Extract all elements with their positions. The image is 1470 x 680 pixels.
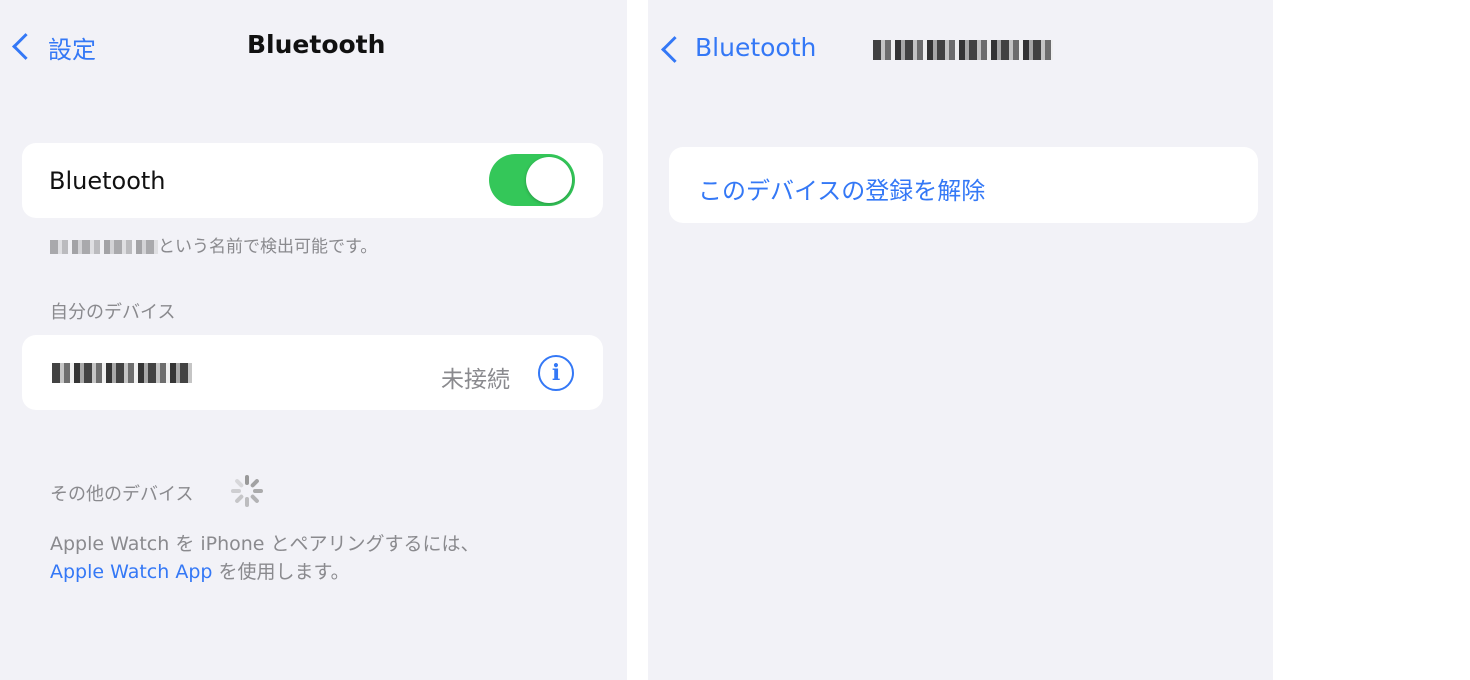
chevron-left-icon bbox=[661, 36, 688, 63]
device-status: 未接続 bbox=[441, 367, 510, 393]
info-icon[interactable]: i bbox=[538, 355, 574, 391]
watch-note-line1: Apple Watch を iPhone とペアリングするには、 bbox=[50, 533, 480, 555]
back-label: Bluetooth bbox=[695, 33, 817, 62]
device-detail-panel: Bluetooth このデバイスの登録を解除 bbox=[648, 0, 1273, 680]
redacted-device-title bbox=[873, 40, 1053, 60]
forget-device-row[interactable]: このデバイスの登録を解除 bbox=[669, 147, 1258, 223]
page-title: Bluetooth bbox=[247, 30, 386, 59]
back-label: 設定 bbox=[48, 36, 96, 64]
my-devices-header: 自分のデバイス bbox=[50, 302, 176, 323]
apple-watch-note: Apple Watch を iPhone とペアリングするには、 Apple W… bbox=[50, 530, 480, 586]
redacted-device-name bbox=[52, 363, 192, 383]
device-row[interactable]: 未接続 i bbox=[22, 335, 603, 410]
discoverable-note: という名前で検出可能です。 bbox=[50, 232, 377, 257]
other-devices-header: その他のデバイス bbox=[50, 484, 194, 505]
redacted-device-name bbox=[50, 240, 158, 254]
bluetooth-row-label: Bluetooth bbox=[49, 167, 166, 195]
apple-watch-app-link[interactable]: Apple Watch App bbox=[50, 561, 212, 583]
bluetooth-settings-panel: 設定 Bluetooth Bluetooth という名前で検出可能です。 自分の… bbox=[0, 0, 627, 680]
bluetooth-toggle-row: Bluetooth bbox=[22, 143, 603, 218]
watch-note-line2: を使用します。 bbox=[212, 561, 350, 583]
bluetooth-toggle[interactable] bbox=[489, 154, 575, 206]
loading-spinner-icon bbox=[231, 475, 263, 507]
forget-device-button[interactable]: このデバイスの登録を解除 bbox=[698, 171, 985, 206]
chevron-left-icon bbox=[12, 33, 39, 60]
discoverable-text: という名前で検出可能です。 bbox=[158, 237, 378, 257]
